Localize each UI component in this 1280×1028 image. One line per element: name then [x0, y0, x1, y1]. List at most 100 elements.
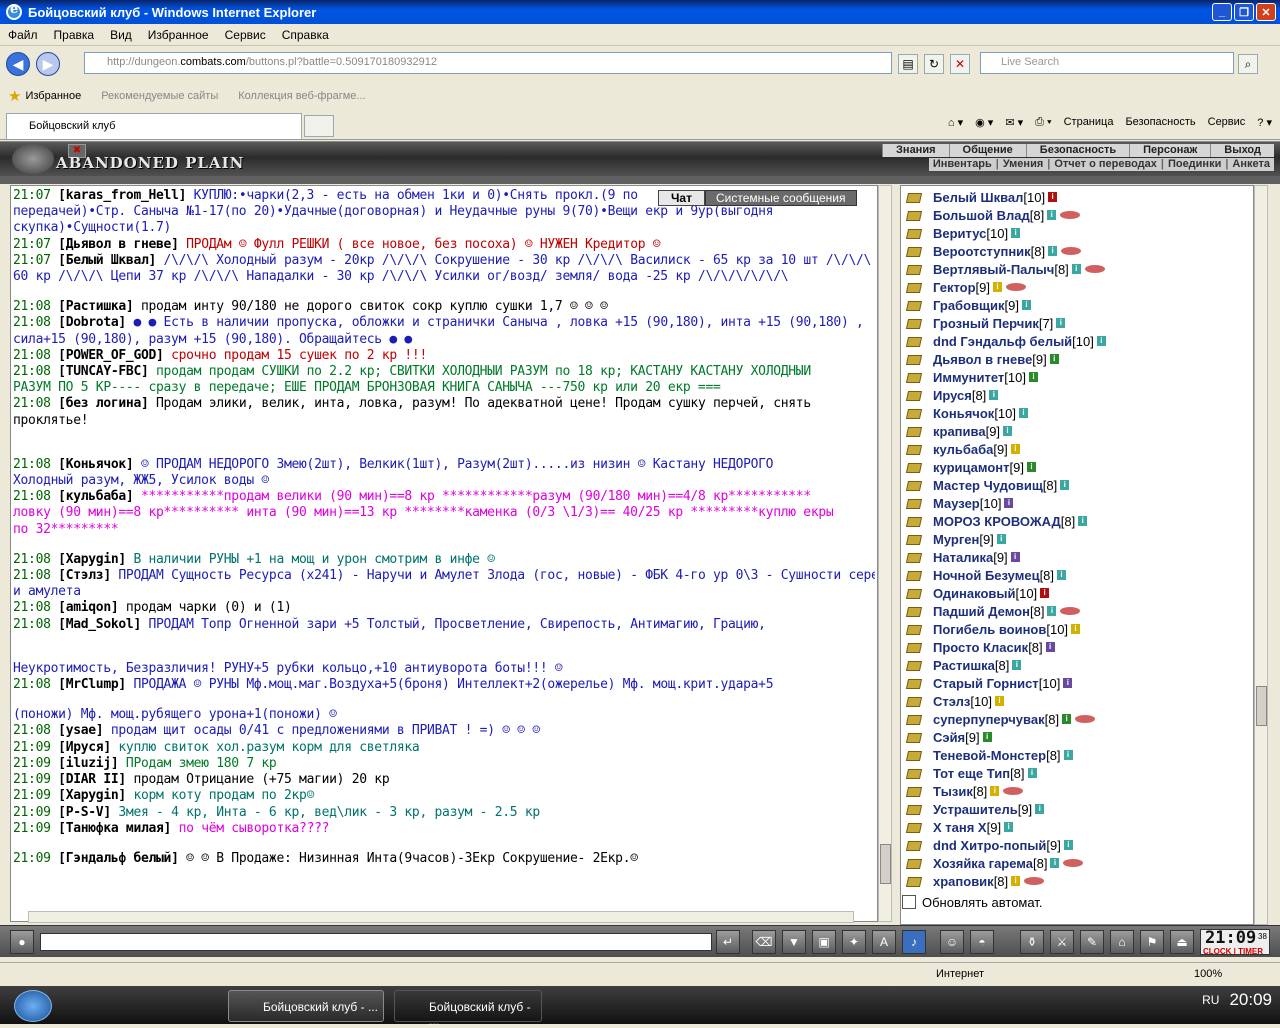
private-message-icon[interactable] — [905, 622, 925, 636]
user-info-icon[interactable]: i — [993, 282, 1002, 292]
online-user-name[interactable]: храповик — [933, 874, 994, 889]
user-info-icon[interactable]: i — [1049, 354, 1059, 364]
chat-nick[interactable]: [amiqon] — [58, 600, 126, 615]
forward-button[interactable]: ▶ — [36, 52, 60, 76]
chat-nick[interactable]: [Dobrota] — [58, 315, 133, 330]
user-info-icon[interactable]: i — [1010, 444, 1020, 454]
chat-nick[interactable]: [Дьявол в гневе] — [58, 237, 186, 252]
private-message-icon[interactable] — [905, 514, 925, 528]
chat-nick[interactable]: [ysae] — [58, 723, 111, 738]
private-message-icon[interactable] — [905, 424, 925, 438]
user-info-icon[interactable]: i — [1019, 408, 1028, 418]
chat-nick[interactable]: [TUNCAY-FBC] — [58, 364, 156, 379]
online-user-name[interactable]: Грабовщик — [933, 298, 1004, 313]
user-info-icon[interactable]: i — [1012, 660, 1022, 670]
user-info-icon[interactable]: i — [1011, 228, 1021, 238]
nav-inventory[interactable]: Инвентарь — [929, 158, 996, 171]
chat-nick[interactable]: [Mad_Sokol] — [58, 617, 148, 632]
online-user-name[interactable]: Мастер Чудовищ — [933, 478, 1043, 493]
private-message-icon[interactable] — [905, 406, 925, 420]
chat-nick[interactable]: [P-S-V] — [58, 805, 118, 820]
flag-button-icon[interactable]: ⚑ — [1140, 930, 1164, 954]
private-message-icon[interactable] — [905, 208, 925, 222]
user-info-icon[interactable]: i — [1056, 318, 1066, 328]
private-message-icon[interactable] — [905, 226, 925, 240]
user-info-icon[interactable]: i — [1040, 588, 1050, 598]
chat-input[interactable] — [40, 933, 712, 951]
online-user-name[interactable]: Коньячок — [933, 406, 994, 421]
favorites-button[interactable]: Избранное — [25, 90, 81, 102]
private-message-icon[interactable] — [905, 604, 925, 618]
online-user-name[interactable]: Тызик — [933, 784, 973, 799]
private-message-icon[interactable] — [905, 478, 925, 492]
online-user-name[interactable]: Большой Влад — [933, 208, 1030, 223]
private-message-icon[interactable] — [905, 190, 925, 204]
nav-transfers[interactable]: Отчет о переводах — [1050, 158, 1161, 171]
user-info-icon[interactable]: i — [1063, 678, 1073, 688]
private-message-icon[interactable] — [905, 784, 925, 798]
private-message-icon[interactable] — [905, 262, 925, 276]
clear-icon[interactable]: ⌫ — [752, 930, 776, 954]
web-slice-gallery-link[interactable]: Коллекция веб-фрагме... — [238, 90, 365, 102]
chat-nick[interactable]: [Ируся] — [58, 740, 118, 755]
refresh-button[interactable]: ↻ — [924, 54, 944, 74]
private-message-icon[interactable] — [905, 748, 925, 762]
chat-nick[interactable]: [Стэлз] — [58, 568, 118, 583]
maximize-button[interactable]: ❐ — [1234, 3, 1254, 21]
user-info-icon[interactable]: i — [990, 786, 1000, 796]
online-user-name[interactable]: Х таня Х — [933, 820, 987, 835]
search-input[interactable]: Live Search — [980, 52, 1234, 74]
user-info-icon[interactable]: i — [1057, 570, 1067, 580]
user-info-icon[interactable]: i — [1050, 858, 1060, 868]
private-message-icon[interactable] — [905, 874, 925, 888]
online-user-name[interactable]: Теневой-Монстер — [933, 748, 1046, 763]
online-user-name[interactable]: Растишка — [933, 658, 995, 673]
tools-menu[interactable]: Сервис — [1208, 116, 1246, 129]
private-message-icon[interactable] — [905, 370, 925, 384]
chat-nick[interactable]: [кульбаба] — [58, 489, 141, 504]
chat-nick[interactable]: [Xapygin] — [58, 788, 133, 803]
user-info-icon[interactable]: i — [1003, 426, 1013, 436]
help-icon[interactable]: ? ▾ — [1257, 116, 1272, 129]
user-info-icon[interactable]: i — [1071, 624, 1081, 634]
user-info-icon[interactable]: i — [1010, 552, 1020, 562]
online-user-name[interactable]: Вертлявый-Палыч — [933, 262, 1054, 277]
zoom-level[interactable]: 100% — [1194, 968, 1222, 980]
save-icon[interactable]: ▣ — [812, 930, 836, 954]
private-message-icon[interactable] — [905, 280, 925, 294]
user-info-icon[interactable]: i — [1047, 210, 1057, 220]
private-message-icon[interactable] — [905, 298, 925, 312]
close-button[interactable]: ✕ — [1256, 3, 1276, 21]
user-info-icon[interactable]: i — [982, 732, 992, 742]
online-user-name[interactable]: Мурген — [933, 532, 979, 547]
exit-icon[interactable]: ⏏ — [1170, 930, 1194, 954]
menu-view[interactable]: Вид — [102, 28, 140, 42]
online-user-name[interactable]: Ируся — [933, 388, 972, 403]
chat-mode-icon[interactable]: ● — [10, 930, 34, 954]
safety-menu[interactable]: Безопасность — [1125, 116, 1195, 129]
taskbar-item-2[interactable]: Бойцовский клуб - ... — [394, 990, 542, 1028]
nav-skills[interactable]: Умения — [999, 158, 1047, 171]
online-user-name[interactable]: Сэйя — [933, 730, 965, 745]
chat-nick[interactable]: [MrClump] — [58, 677, 133, 692]
minimize-button[interactable]: _ — [1212, 3, 1232, 21]
tab-chat[interactable]: Чат — [658, 190, 705, 206]
mail-icon[interactable]: ✉ ▾ — [1005, 116, 1023, 129]
user-info-icon[interactable]: i — [1063, 840, 1073, 850]
online-user-name[interactable]: dnd Хитро-попый — [933, 838, 1046, 853]
user-info-icon[interactable]: i — [1048, 192, 1058, 202]
user-info-icon[interactable]: i — [1035, 804, 1045, 814]
user-info-icon[interactable]: i — [1063, 750, 1073, 760]
stop-button[interactable]: ✕ — [950, 54, 970, 74]
online-user-name[interactable]: суперпуперчувак — [933, 712, 1045, 727]
recommended-sites-link[interactable]: Рекомендуемые сайты — [101, 90, 218, 102]
menu-tools[interactable]: Сервис — [217, 28, 274, 42]
taskbar-item-1[interactable]: Бойцовский клуб - ... — [228, 990, 384, 1022]
chat-nick[interactable]: [DIAR II] — [58, 772, 133, 787]
online-user-name[interactable]: Погибель воинов — [933, 622, 1046, 637]
user-info-icon[interactable]: i — [989, 390, 999, 400]
private-message-icon[interactable] — [905, 316, 925, 330]
online-user-name[interactable]: крапива — [933, 424, 986, 439]
chat-nick[interactable]: [Растишка] — [58, 299, 141, 314]
chat-nick[interactable]: [Белый Шквал] — [58, 253, 163, 268]
